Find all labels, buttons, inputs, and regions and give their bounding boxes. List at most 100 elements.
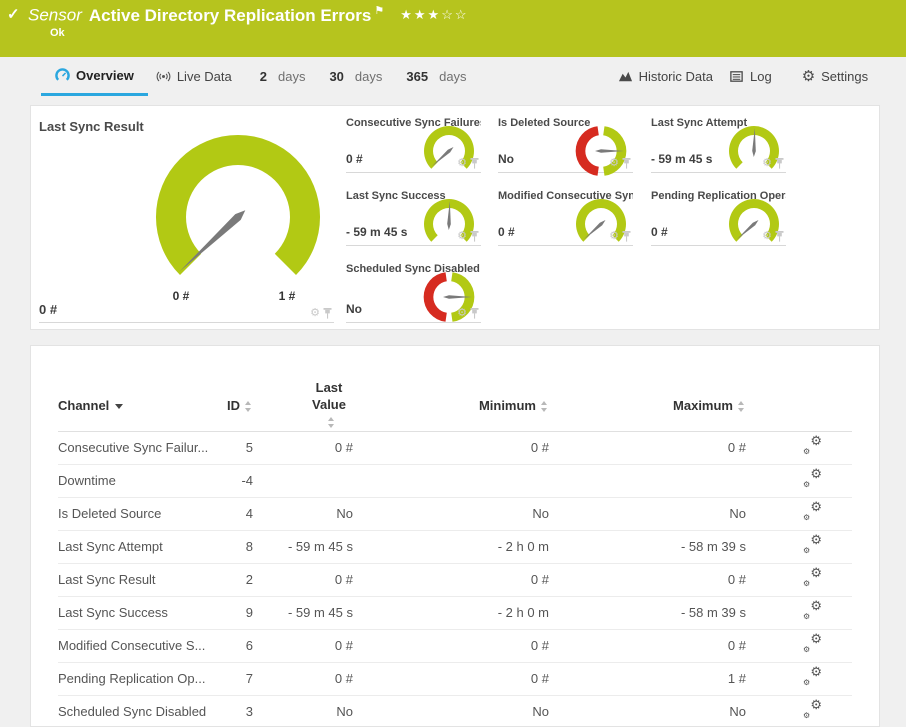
table-row: Last Sync Success 9 - 59 m 45 s - 2 h 0 m - …: [58, 597, 852, 630]
tab-label: days: [277, 69, 306, 84]
column-label: ID: [227, 397, 240, 413]
channel-id: -4: [241, 473, 253, 489]
channel-maximum: No: [729, 506, 746, 522]
gauge-title: Modified Consecutive Sync F...: [498, 190, 633, 202]
tab-live-data[interactable]: Live Data: [144, 57, 244, 96]
gauge-green-arc: [155, 134, 321, 275]
gauge-title: Scheduled Sync Disabled: [346, 263, 480, 275]
pin-icon[interactable]: [323, 308, 332, 319]
column-header-minimum[interactable]: Minimum: [353, 398, 549, 413]
pin-icon[interactable]: [775, 158, 784, 169]
channel-settings-icon[interactable]: ⚙ ⚙: [803, 698, 822, 720]
tab-log[interactable]: Log: [729, 57, 772, 96]
gear-icon[interactable]: ⚙: [310, 308, 320, 319]
channel-maximum: 0 #: [727, 440, 746, 456]
tab-label: days: [354, 69, 383, 84]
gear-icon[interactable]: ⚙: [457, 231, 467, 242]
gear-icon: ⚙: [810, 565, 822, 581]
channel-maximum: - 58 m 39 s: [680, 539, 746, 555]
channel-name[interactable]: Is Deleted Source: [58, 506, 208, 521]
gear-icon: ⚙: [810, 631, 822, 647]
channel-name[interactable]: Last Sync Result: [58, 572, 208, 587]
channel-maximum: 0 #: [727, 572, 746, 588]
column-label: Maximum: [673, 397, 733, 413]
gauge-min-label: 0 #: [172, 289, 190, 303]
channels-panel: Channel ID Last Value Minimum Maximum Co…: [30, 345, 880, 727]
gauge-value: No: [346, 302, 362, 316]
channel-minimum: No: [532, 506, 549, 522]
tab-settings[interactable]: ⚙ Settings: [802, 57, 868, 96]
channel-name[interactable]: Scheduled Sync Disabled: [58, 704, 208, 719]
pin-icon[interactable]: [622, 158, 631, 169]
channel-settings-icon[interactable]: ⚙ ⚙: [803, 599, 822, 622]
gauge-title: Last Sync Success: [346, 190, 446, 202]
column-header-maximum[interactable]: Maximum: [549, 398, 746, 413]
channel-name[interactable]: Downtime: [58, 473, 208, 488]
gear-icon[interactable]: ⚙: [609, 158, 619, 169]
channel-settings-icon[interactable]: ⚙ ⚙: [803, 665, 822, 687]
gear-icon[interactable]: ⚙: [762, 158, 772, 169]
tab-2-days[interactable]: 2 days: [254, 57, 312, 96]
channel-id: 3: [245, 704, 253, 720]
gear-icon[interactable]: ⚙: [762, 231, 772, 242]
sort-desc-icon: [115, 403, 124, 409]
gauge-title: Consecutive Sync Failures: [346, 117, 481, 129]
tab-label: Log: [749, 69, 772, 84]
flag-icon[interactable]: ⚑: [374, 5, 384, 17]
sort-icon: [540, 400, 549, 412]
gauge-needle-hub: [234, 213, 242, 221]
channel-settings-icon[interactable]: ⚙ ⚙: [803, 632, 822, 655]
gauge-value: 0 #: [651, 225, 668, 239]
pin-icon[interactable]: [775, 231, 784, 242]
channel-id: 8: [245, 539, 253, 555]
table-row: Pending Replication Op... 7 0 # 0 # 1 # ⚙ ⚙: [58, 663, 852, 696]
column-label: Minimum: [478, 397, 536, 413]
gear-small-icon: ⚙: [803, 447, 811, 457]
gauge-value: 0 #: [346, 152, 363, 166]
channel-settings-icon[interactable]: ⚙ ⚙: [803, 566, 822, 589]
channel-settings-icon[interactable]: ⚙ ⚙: [803, 500, 822, 523]
gear-icon[interactable]: ⚙: [457, 158, 467, 169]
channel-name[interactable]: Modified Consecutive S...: [58, 638, 208, 653]
column-header-id[interactable]: ID: [208, 398, 253, 413]
channel-id: 2: [245, 572, 253, 588]
channel-last-value: 0 #: [334, 572, 353, 588]
channel-minimum: 0 #: [530, 572, 549, 588]
channels-table: Channel ID Last Value Minimum Maximum Co…: [31, 346, 879, 727]
pin-icon[interactable]: [470, 308, 479, 319]
channel-name[interactable]: Last Sync Success: [58, 605, 208, 620]
channel-name[interactable]: Pending Replication Op...: [58, 671, 208, 686]
gear-small-icon: ⚙: [803, 513, 811, 523]
pin-icon[interactable]: [622, 231, 631, 242]
log-icon: [730, 71, 743, 82]
channel-last-value: - 59 m 45 s: [287, 605, 353, 621]
column-header-last-value[interactable]: Last Value: [253, 380, 353, 431]
gauge-tile: Pending Replication Operatio... 0 # ⚙: [651, 186, 786, 246]
channel-minimum: - 2 h 0 m: [497, 605, 549, 621]
gear-icon[interactable]: ⚙: [457, 308, 467, 319]
tab-historic-data[interactable]: Historic Data: [618, 57, 713, 96]
channel-minimum: 0 #: [530, 671, 549, 687]
gear-small-icon: ⚙: [803, 612, 811, 622]
channel-name[interactable]: Consecutive Sync Failur...: [58, 440, 208, 455]
gear-icon[interactable]: ⚙: [609, 231, 619, 242]
tab-30-days[interactable]: 30 days: [323, 57, 388, 96]
status-check-icon: ✓: [7, 6, 20, 23]
gear-small-icon: ⚙: [803, 579, 811, 589]
channel-maximum: 0 #: [727, 638, 746, 654]
channel-settings-icon[interactable]: ⚙ ⚙: [803, 467, 822, 489]
channel-id: 7: [245, 671, 253, 687]
last-sync-result-gauge: [155, 134, 321, 275]
channel-settings-icon[interactable]: ⚙ ⚙: [803, 434, 822, 457]
channel-name[interactable]: Last Sync Attempt: [58, 539, 208, 554]
priority-stars[interactable]: ★★★☆☆: [400, 7, 468, 22]
channel-settings-icon[interactable]: ⚙ ⚙: [803, 533, 822, 555]
pin-icon[interactable]: [470, 158, 479, 169]
gauge-tile: Is Deleted Source No ⚙: [498, 113, 633, 176]
historic-data-icon: [618, 71, 632, 82]
pin-icon[interactable]: [470, 231, 479, 242]
gear-small-icon: ⚙: [803, 645, 811, 655]
tab-365-days[interactable]: 365 days: [400, 57, 472, 96]
tab-overview[interactable]: Overview: [41, 57, 148, 96]
column-header-channel[interactable]: Channel: [58, 398, 208, 413]
